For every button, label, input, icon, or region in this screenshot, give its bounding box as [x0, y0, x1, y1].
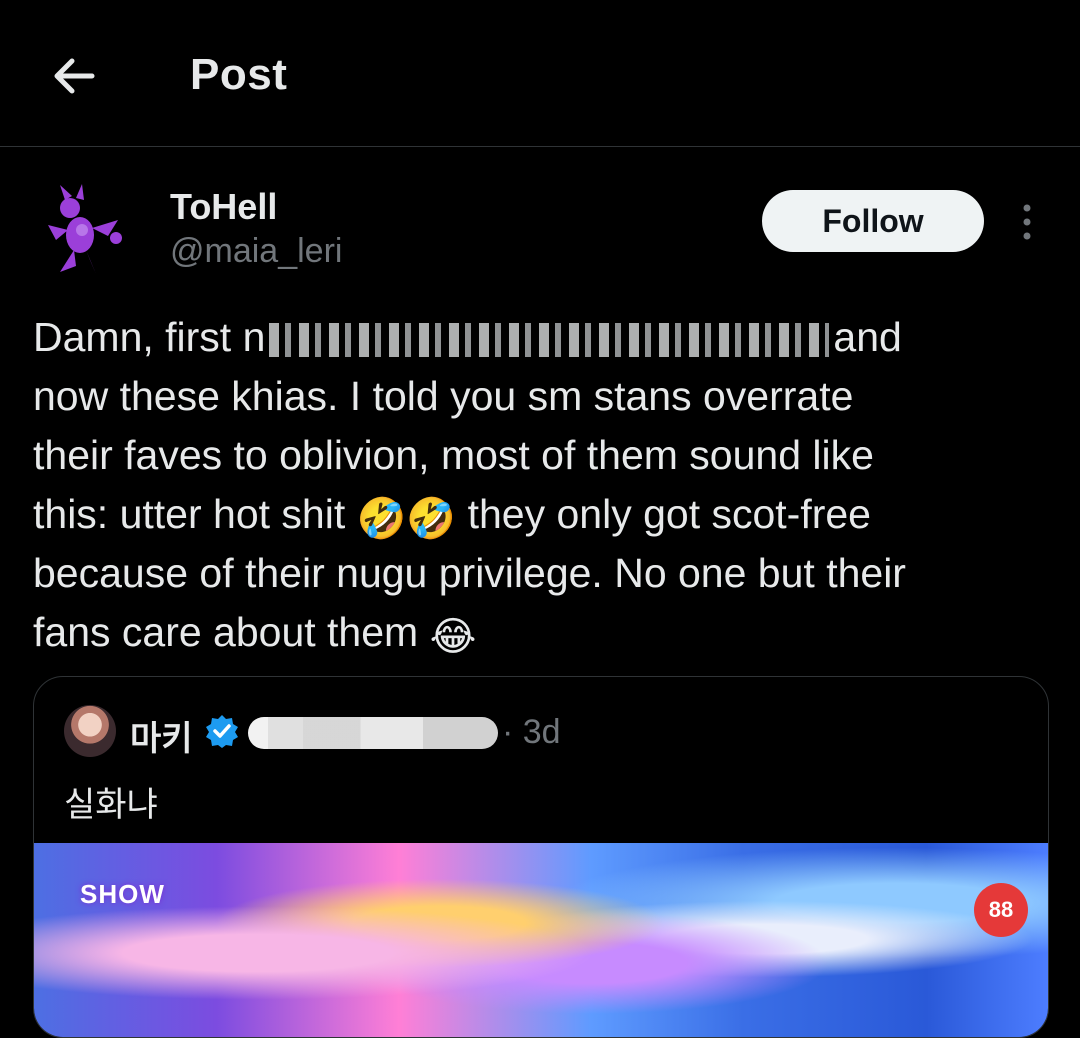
post-text: Damn, first n and now these khias. I told…: [33, 308, 1048, 662]
quoted-post[interactable]: 마키 · 3d 실화냐 SHOW 88: [33, 676, 1049, 1038]
post-line-5: because of their nugu privilege. No one …: [33, 550, 906, 596]
more-vertical-icon[interactable]: [1010, 200, 1044, 244]
author-handle[interactable]: @maia_leri: [170, 232, 342, 271]
quoted-timestamp: · 3d: [502, 713, 561, 751]
top-bar: Post: [0, 0, 1080, 146]
show-logo: SHOW: [80, 879, 165, 909]
quoted-avatar[interactable]: [64, 705, 116, 757]
post-line-2: now these khias. I told you sm stans ove…: [33, 373, 854, 419]
joy-emoji-icon: 😂: [429, 614, 477, 660]
rofl-emoji-icon: 🤣🤣: [356, 496, 457, 542]
post-line-1: Damn, first n and: [33, 314, 902, 360]
avatar[interactable]: [30, 180, 130, 280]
author-name[interactable]: ToHell: [170, 186, 277, 228]
redacted-handle: [248, 717, 498, 749]
redacted-text: [269, 323, 830, 358]
follow-button[interactable]: Follow: [762, 190, 984, 252]
quoted-text: 실화냐: [64, 785, 158, 825]
header-divider: [0, 146, 1080, 147]
page-title: Post: [190, 50, 288, 99]
verified-badge-icon: [206, 715, 238, 748]
post-line-4: this: utter hot shit 🤣🤣 they only got sc…: [33, 491, 871, 542]
post-line-6: fans care about them 😂: [33, 609, 477, 660]
quoted-author-name: 마키: [130, 719, 193, 759]
arrow-left-icon[interactable]: [46, 48, 102, 104]
post-line-3: their faves to oblivion, most of them so…: [33, 432, 874, 478]
quoted-media[interactable]: SHOW 88: [34, 843, 1048, 1037]
live-badge-icon: 88: [974, 883, 1028, 937]
